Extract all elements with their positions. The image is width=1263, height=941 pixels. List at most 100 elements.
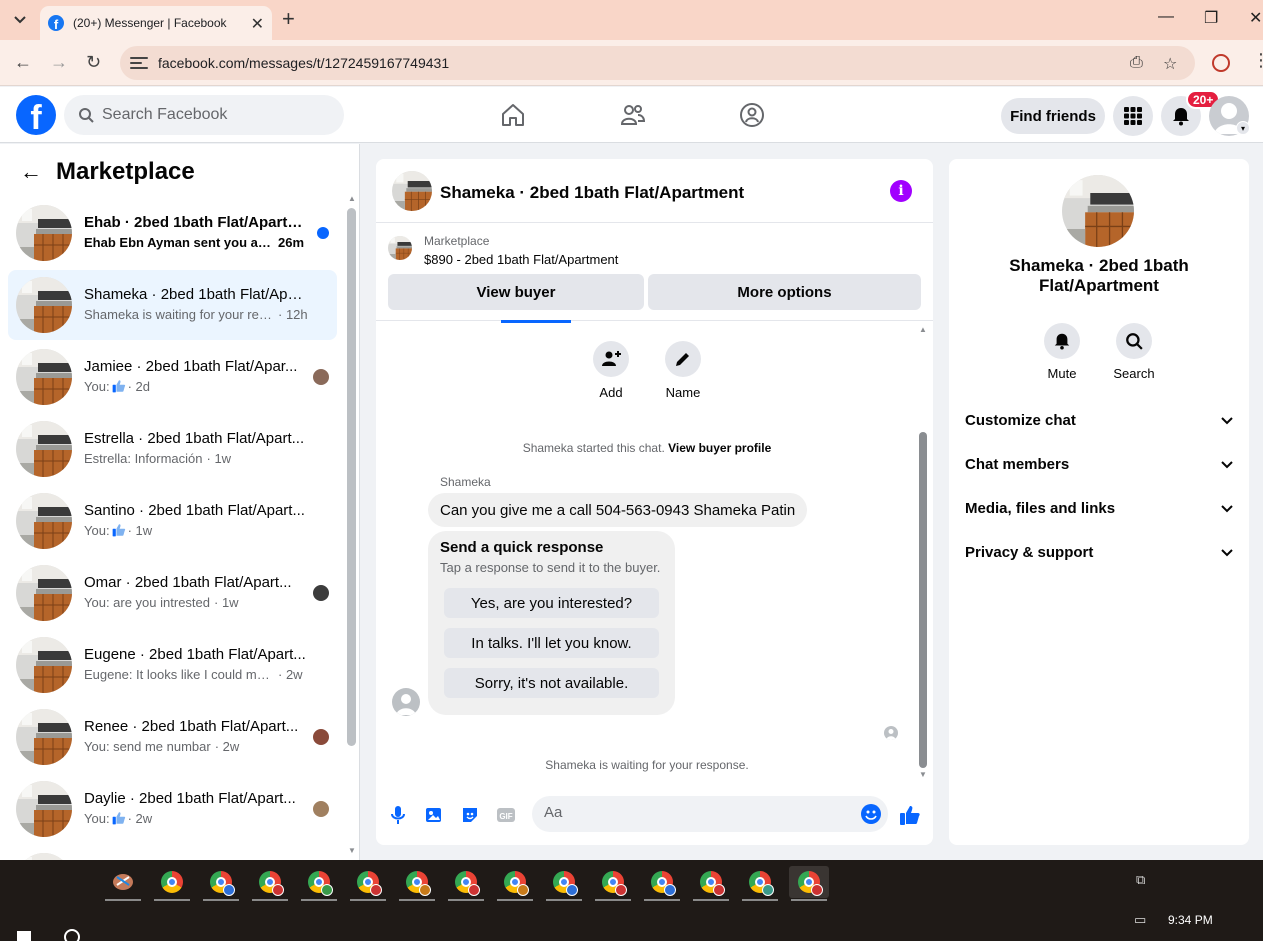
tab-search-dropdown[interactable] [6, 8, 34, 32]
customize-chat-section[interactable]: Customize chat [965, 405, 1235, 435]
mute-action[interactable]: Mute [1032, 323, 1092, 381]
listing-thumbnail[interactable] [388, 236, 412, 260]
taskbar-search-icon[interactable] [64, 929, 80, 941]
message-input[interactable] [544, 804, 844, 821]
groups-icon[interactable] [738, 101, 766, 129]
windows-start-icon[interactable] [17, 931, 31, 941]
url-text[interactable]: facebook.com/messages/t/1272459167749431 [158, 55, 449, 71]
reload-icon[interactable]: ↻ [86, 52, 101, 73]
facebook-search-input[interactable] [102, 106, 322, 124]
close-window-icon[interactable]: ✕ [1249, 8, 1262, 28]
chevron-down-icon [1221, 417, 1233, 425]
message-bubble[interactable]: Can you give me a call 504-563-0943 Sham… [428, 493, 808, 527]
chat-scrollbar[interactable] [919, 432, 927, 768]
browser-tab-messenger[interactable]: f (20+) Messenger | Facebook ✕ [40, 6, 272, 40]
name-action[interactable]: Name [658, 341, 708, 400]
conversation-item[interactable]: Santino · 2bed 1bath Flat/Apart... You: ·… [8, 486, 337, 556]
chrome-window-icon[interactable] [250, 866, 290, 901]
conversation-list-scrollbar[interactable] [347, 208, 356, 746]
listing-thumbnail [16, 637, 72, 693]
forward-icon[interactable]: → [50, 52, 68, 73]
thumbs-up-send-icon[interactable] [898, 803, 922, 827]
site-info-icon[interactable] [130, 57, 148, 69]
browser-menu-icon[interactable]: ⋮ [1252, 50, 1263, 71]
tray-app-icon[interactable]: ⧉ [1136, 872, 1145, 888]
back-arrow-icon[interactable]: ← [20, 159, 42, 185]
network-icon[interactable]: ▭ [1134, 912, 1146, 928]
account-chevron-icon[interactable]: ▾ [1236, 121, 1250, 135]
message-text: Can you give me a call 504-563-0943 Sham… [440, 501, 796, 519]
chrome-window-icon[interactable] [495, 866, 535, 901]
scroll-down-arrow-icon[interactable]: ▼ [348, 846, 356, 855]
add-person-action[interactable]: Add [586, 341, 636, 400]
conversation-item[interactable]: Shameka · 2bed 1bath Flat/Apar... Shameka… [8, 270, 337, 340]
more-options-button[interactable]: More options [648, 274, 921, 310]
conversation-item[interactable]: Eugene · 2bed 1bath Flat/Apart... Eugene:… [8, 630, 337, 700]
view-buyer-button[interactable]: View buyer [388, 274, 644, 310]
conversation-item[interactable]: Estrella · 2bed 1bath Flat/Apart... Estre… [8, 414, 337, 484]
search-in-chat-action[interactable]: Search [1104, 323, 1164, 381]
facebook-search[interactable] [64, 95, 344, 135]
chrome-window-icon[interactable] [152, 866, 192, 901]
conversation-item[interactable]: Omar · 2bed 1bath Flat/Apart... You: are … [8, 558, 337, 628]
quick-response-in-talks-button[interactable]: In talks. I'll let you know. [444, 628, 659, 658]
view-buyer-profile-link[interactable]: View buyer profile [668, 441, 771, 455]
chrome-window-icon[interactable] [397, 866, 437, 901]
home-icon[interactable] [499, 101, 527, 129]
chat-scroll-up-icon[interactable]: ▲ [919, 325, 927, 334]
snipping-tool-icon[interactable] [103, 866, 143, 901]
chrome-window-icon[interactable] [691, 866, 731, 901]
chat-scroll-down-icon[interactable]: ▼ [919, 770, 927, 779]
media-files-links-section[interactable]: Media, files and links [965, 493, 1235, 523]
find-friends-button[interactable]: Find friends [1001, 98, 1105, 134]
chat-members-section[interactable]: Chat members [965, 449, 1235, 479]
chat-avatar[interactable] [392, 171, 432, 211]
chrome-window-icon[interactable] [446, 866, 486, 901]
chrome-window-icon[interactable] [740, 866, 780, 901]
browser-toolbar: ← → ↻ facebook.com/messages/t/1272459167… [0, 40, 1263, 86]
conversation-message: You: [84, 523, 110, 538]
profile-icon[interactable] [1212, 54, 1230, 72]
chrome-window-icon[interactable] [348, 866, 388, 901]
chat-window: Shameka · 2bed 1bath Flat/Apartment i Ma… [376, 159, 933, 845]
minimize-icon[interactable]: — [1158, 8, 1174, 26]
tab-close-icon[interactable]: ✕ [251, 14, 264, 34]
taskbar-clock[interactable]: 9:34 PM [1168, 913, 1213, 927]
facebook-logo-icon[interactable]: f [16, 95, 56, 135]
new-tab-icon[interactable]: + [282, 8, 295, 30]
scroll-up-arrow-icon[interactable]: ▲ [348, 194, 356, 203]
menu-grid-button[interactable] [1113, 96, 1153, 136]
privacy-support-section[interactable]: Privacy & support [965, 537, 1235, 567]
address-bar[interactable]: facebook.com/messages/t/1272459167749431… [120, 46, 1195, 80]
voice-clip-icon[interactable] [386, 803, 410, 827]
bookmark-star-icon[interactable]: ☆ [1163, 54, 1177, 74]
sticker-icon[interactable] [458, 803, 482, 827]
chrome-window-icon[interactable] [593, 866, 633, 901]
chrome-window-icon[interactable] [201, 866, 241, 901]
gif-icon[interactable]: GIF [494, 803, 518, 827]
back-icon[interactable]: ← [14, 52, 32, 73]
listing-thumbnail [16, 781, 72, 837]
listing-price-title[interactable]: $890 - 2bed 1bath Flat/Apartment [424, 252, 618, 267]
conversation-item[interactable]: Shelby · 2bed 1bath Flat/Apart... [8, 846, 337, 860]
chrome-window-icon[interactable] [642, 866, 682, 901]
details-avatar[interactable] [1062, 175, 1134, 247]
emoji-icon[interactable] [860, 803, 882, 825]
quick-response-not-available-button[interactable]: Sorry, it's not available. [444, 668, 659, 698]
chrome-window-icon[interactable] [544, 866, 584, 901]
restore-icon[interactable]: ❐ [1204, 8, 1218, 28]
conversation-item[interactable]: Ehab · 2bed 1bath Flat/Apartm... Ehab Ebn… [8, 198, 337, 268]
quick-response-yes-button[interactable]: Yes, are you interested? [444, 588, 659, 618]
chrome-window-icon[interactable] [299, 866, 339, 901]
friends-icon[interactable] [619, 101, 647, 129]
conversation-item[interactable]: Renee · 2bed 1bath Flat/Apart... You: sen… [8, 702, 337, 772]
install-app-icon[interactable]: ⎙ [1130, 54, 1143, 72]
chat-title[interactable]: Shameka · 2bed 1bath Flat/Apartment [440, 183, 744, 203]
info-icon[interactable]: i [890, 180, 912, 202]
message-input-box[interactable] [532, 796, 888, 832]
conversation-item[interactable]: Daylie · 2bed 1bath Flat/Apart... You: · … [8, 774, 337, 844]
conversation-item[interactable]: Jamiee · 2bed 1bath Flat/Apar... You: · 2… [8, 342, 337, 412]
buyer-avatar[interactable] [392, 688, 420, 716]
attach-photo-icon[interactable] [422, 803, 446, 827]
chrome-window-icon[interactable] [789, 866, 829, 901]
